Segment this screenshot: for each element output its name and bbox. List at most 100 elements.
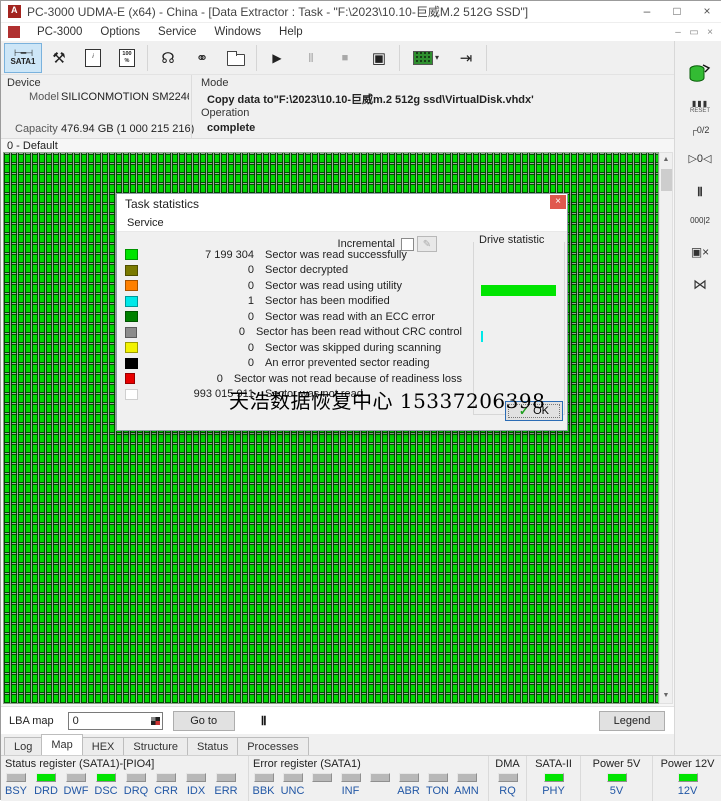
dialog-stats-list: 7 199 304 Sector was read successfully 0 Se…	[117, 247, 462, 402]
tab-hex[interactable]: HEX	[81, 737, 125, 755]
drive-statistic-tick	[481, 331, 483, 342]
pause-icon: Ⅱ	[697, 185, 703, 199]
map-pause-button[interactable]: Ⅱ	[253, 711, 275, 731]
pause-button[interactable]: Ⅱ	[294, 43, 328, 73]
led-drq: DRQ	[121, 773, 151, 797]
statusbar-group-title: Error register (SATA1)	[253, 758, 361, 770]
lba-bar: LBA map 0 Go to Ⅱ Legend	[1, 706, 674, 734]
statusbar-group-title: SATA-II	[535, 758, 572, 770]
mdi-minimize-button[interactable]: –	[670, 27, 686, 38]
device-group-label: Device	[7, 77, 41, 89]
capacity-value: 476.94 GB (1 000 215 216)	[61, 123, 195, 135]
led-indicator	[96, 773, 116, 782]
menu-help[interactable]: Help	[270, 26, 312, 38]
menu-pc-3000[interactable]: PC-3000	[28, 26, 91, 38]
tab-status[interactable]: Status	[187, 737, 239, 755]
stat-row: 0 Sector has been read without CRC contro…	[117, 325, 462, 341]
led-inf: INF	[336, 773, 365, 797]
minimize-button[interactable]: –	[632, 1, 662, 23]
led-indicator	[311, 773, 332, 782]
heads-ruler-icon: 000|2	[690, 215, 710, 225]
counter-reset-button[interactable]: ▷0◁	[685, 145, 715, 171]
led-label: AMN	[454, 785, 479, 797]
map-view-button[interactable]: ▾	[403, 43, 449, 73]
drive-statistic-label: Drive statistic	[476, 234, 548, 246]
led-indicator	[282, 773, 303, 782]
utility-tools-button[interactable]: ⚒	[42, 43, 76, 73]
led-indicator	[6, 773, 26, 782]
led-idx: IDX	[181, 773, 211, 797]
led-indicator	[543, 773, 564, 782]
tab-log[interactable]: Log	[4, 737, 43, 755]
goto-button[interactable]: Go to	[172, 710, 235, 731]
legend-button[interactable]: Legend	[599, 711, 665, 731]
exit-task-button[interactable]: ⇥	[449, 43, 483, 73]
capacity-label: Capacity	[15, 123, 58, 135]
reset-button[interactable]: ▮▮▮ RESET	[685, 93, 715, 119]
scrollbar-thumb[interactable]	[661, 169, 672, 191]
jumper-settings-button[interactable]: ┌0/2	[685, 117, 715, 143]
bottom-tab-bar: Log Map HEX Structure Status Processes	[1, 734, 674, 755]
close-button[interactable]: ×	[692, 1, 721, 23]
drive-power-button[interactable]	[685, 59, 715, 89]
mdi-close-button[interactable]: ×	[702, 27, 718, 38]
tab-map[interactable]: Map	[41, 734, 83, 755]
led-label: 12V	[677, 785, 698, 797]
model-value: SILICONMOTION SM2246XT 2014112	[61, 91, 189, 103]
map-group-label: 0 - Default	[7, 140, 58, 152]
connector-icon: ⋈	[693, 275, 707, 292]
close-windows-button[interactable]: ▣×	[685, 239, 715, 265]
stat-label: Sector decrypted	[265, 264, 349, 277]
led-label: TON	[425, 785, 450, 797]
start-button[interactable]: ▶	[260, 43, 294, 73]
task-info-button[interactable]: i	[76, 43, 110, 73]
open-folder-button[interactable]	[219, 43, 253, 73]
map-scrollbar[interactable]: ▲ ▼	[659, 152, 673, 704]
lba-grid-icon[interactable]	[150, 716, 160, 725]
menu-service[interactable]: Service	[149, 26, 205, 38]
tab-processes[interactable]: Processes	[237, 737, 309, 755]
connect-jack-button[interactable]: ☊	[151, 43, 185, 73]
stop-button[interactable]: ■	[328, 43, 362, 73]
heads-map-button[interactable]: 000|2	[685, 207, 715, 233]
tab-structure[interactable]: Structure	[123, 737, 189, 755]
dialog-close-icon[interactable]: ×	[550, 195, 566, 209]
stat-label: An error prevented sector reading	[265, 357, 430, 370]
led-indicator	[156, 773, 176, 782]
stat-count: 7 199 304	[205, 248, 254, 261]
operation-value: complete	[207, 122, 256, 134]
led-label: RQ	[499, 785, 516, 797]
menu-windows[interactable]: Windows	[205, 26, 270, 38]
stat-count: 0	[216, 372, 223, 385]
scroll-down-icon[interactable]: ▼	[660, 689, 672, 703]
folder-icon	[227, 50, 245, 66]
led-dsc: DSC	[91, 773, 121, 797]
stat-label: Sector was read with an ECC error	[265, 310, 435, 323]
led-bsy: BSY	[1, 773, 31, 797]
led-rq: RQ	[497, 773, 518, 797]
scroll-up-icon[interactable]: ▲	[660, 153, 672, 167]
led-label: DRQ	[123, 785, 149, 797]
dialog-menu-service[interactable]: Service	[127, 217, 164, 229]
sidebar-pause-button[interactable]: Ⅱ	[685, 179, 715, 205]
stat-count: 0	[238, 326, 245, 339]
search-button[interactable]: ⚭	[185, 43, 219, 73]
drive-database-icon	[689, 64, 711, 82]
copies-icon: ▣	[371, 49, 387, 67]
led-label: DWF	[63, 785, 89, 797]
statusbar-group-sata: SATA-II PHY	[527, 756, 581, 801]
led-indicator	[398, 773, 419, 782]
terminal-connector-button[interactable]: ⋈	[685, 271, 715, 297]
lba-input[interactable]: 0	[67, 711, 163, 730]
stat-color-swatch	[125, 311, 138, 323]
led-indicator	[427, 773, 448, 782]
led-blank	[365, 773, 394, 797]
maximize-button[interactable]: □	[662, 1, 692, 23]
menu-options[interactable]: Options	[91, 26, 149, 38]
sata-port-button[interactable]: ⊢━⊣ SATA1	[4, 42, 42, 73]
led-unc: UNC	[278, 773, 307, 797]
task-statistics-button[interactable]: 100%	[110, 43, 144, 73]
copy-windows-button[interactable]: ▣	[362, 43, 396, 73]
dialog-title-bar[interactable]: Task statistics ×	[117, 194, 567, 214]
mdi-restore-button[interactable]: ▭	[686, 27, 702, 38]
